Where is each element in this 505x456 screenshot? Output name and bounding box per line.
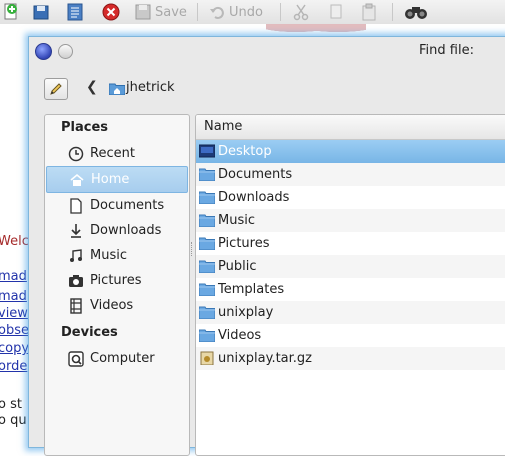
navigation-bar: ❮ jhetrick: [29, 73, 505, 103]
stop-button[interactable]: [102, 2, 120, 22]
places-item-label: Computer: [90, 351, 155, 366]
binoculars-icon: [405, 7, 427, 19]
file-row[interactable]: Music: [196, 209, 505, 232]
breadcrumb-folder[interactable]: jhetrick: [126, 80, 175, 95]
file-row[interactable]: Templates: [196, 278, 505, 301]
column-header-name[interactable]: Name: [196, 115, 505, 140]
document-icon: [68, 198, 84, 214]
background-toolbar: Save Undo: [0, 0, 505, 25]
toolbar-separator: [280, 3, 281, 21]
stop-icon: [102, 3, 120, 21]
background-link[interactable]: obse: [0, 322, 28, 340]
file-name: Documents: [218, 167, 293, 182]
breadcrumb-back-arrow[interactable]: ❮: [86, 79, 98, 95]
places-item-label: Downloads: [90, 223, 162, 238]
devices-heading: Devices: [61, 325, 118, 340]
dialog-titlebar[interactable]: Find file:: [29, 37, 505, 65]
places-item-label: Home: [91, 172, 130, 187]
places-item-videos[interactable]: Videos: [46, 293, 188, 318]
computer-icon: [68, 351, 84, 367]
file-row[interactable]: Videos: [196, 324, 505, 347]
file-name: unixplay: [218, 305, 274, 320]
places-heading: Places: [61, 120, 109, 135]
download-icon: [68, 223, 84, 239]
properties-button[interactable]: [66, 2, 84, 22]
file-name: Downloads: [218, 190, 290, 205]
save-label: Save: [155, 4, 187, 20]
toolbar-separator: [392, 3, 393, 21]
places-item-recent[interactable]: Recent: [46, 141, 188, 166]
file-name: Pictures: [218, 236, 270, 251]
open-button[interactable]: [32, 2, 50, 22]
paste-icon: [362, 3, 376, 21]
places-item-downloads[interactable]: Downloads: [46, 218, 188, 243]
undo-button[interactable]: Undo: [208, 2, 263, 22]
places-item-music[interactable]: Music: [46, 243, 188, 268]
file-row[interactable]: unixplay.tar.gz: [196, 347, 505, 370]
list-doc-icon: [67, 3, 83, 21]
file-name: unixplay.tar.gz: [218, 351, 313, 366]
places-item-label: Videos: [90, 298, 134, 313]
new-document-icon: [4, 3, 17, 20]
file-name: Desktop: [218, 144, 272, 159]
save-button[interactable]: Save: [134, 2, 187, 22]
places-item-label: Music: [90, 248, 127, 263]
places-item-documents[interactable]: Documents: [46, 193, 188, 218]
background-link[interactable]: copy: [0, 340, 28, 358]
file-row[interactable]: unixplay: [196, 301, 505, 324]
file-name: Music: [218, 213, 255, 228]
background-text: o qu: [0, 413, 27, 428]
home-icon: [69, 172, 85, 188]
clock-icon: [68, 146, 84, 162]
places-item-computer[interactable]: Computer: [46, 346, 188, 371]
cut-button[interactable]: [292, 2, 310, 22]
background-text: Welco: [0, 234, 28, 249]
places-item-pictures[interactable]: Pictures: [46, 268, 188, 293]
scissors-icon: [293, 4, 309, 21]
copy-icon: [330, 4, 342, 19]
undo-icon: [210, 6, 224, 19]
file-row[interactable]: Downloads: [196, 186, 505, 209]
minimize-button[interactable]: [58, 44, 73, 59]
file-list: Name Desktop Documents Downloads Music Pictu…: [195, 114, 505, 456]
floppy-icon: [135, 4, 151, 20]
file-name: Videos: [218, 328, 262, 343]
file-row[interactable]: Pictures: [196, 232, 505, 255]
background-link[interactable]: mad: [0, 268, 28, 286]
file-row[interactable]: Public: [196, 255, 505, 278]
home-folder-icon: [109, 83, 125, 95]
background-link[interactable]: mad: [0, 288, 28, 306]
dialog-title: Find file:: [419, 43, 474, 58]
find-button[interactable]: [404, 2, 428, 22]
background-link[interactable]: view: [0, 305, 28, 323]
places-item-label: Documents: [90, 198, 165, 213]
edit-location-button[interactable]: [44, 78, 68, 100]
camera-icon: [68, 273, 84, 289]
music-icon: [68, 248, 84, 264]
toolbar-separator: [197, 3, 198, 21]
places-item-label: Pictures: [90, 273, 142, 288]
file-name: Public: [218, 259, 257, 274]
undo-label: Undo: [229, 4, 263, 20]
copy-button[interactable]: [328, 2, 346, 22]
file-row[interactable]: Desktop: [196, 140, 505, 163]
film-icon: [68, 298, 84, 314]
new-button[interactable]: [2, 2, 20, 22]
places-panel: Places Recent Home Documents Downloads Music…: [44, 114, 190, 456]
file-name: Templates: [218, 282, 285, 297]
find-file-dialog: Find file: ❮ jhetrick Places Recent Home D…: [28, 36, 505, 456]
places-item-label: Recent: [90, 146, 135, 161]
app-icon[interactable]: [35, 43, 52, 60]
background-link[interactable]: orde: [0, 358, 28, 376]
file-row[interactable]: Documents: [196, 163, 505, 186]
pencil-icon: [50, 83, 62, 95]
paste-button[interactable]: [360, 2, 378, 22]
places-item-home[interactable]: Home: [46, 166, 188, 193]
save-disk-icon: [33, 5, 49, 20]
